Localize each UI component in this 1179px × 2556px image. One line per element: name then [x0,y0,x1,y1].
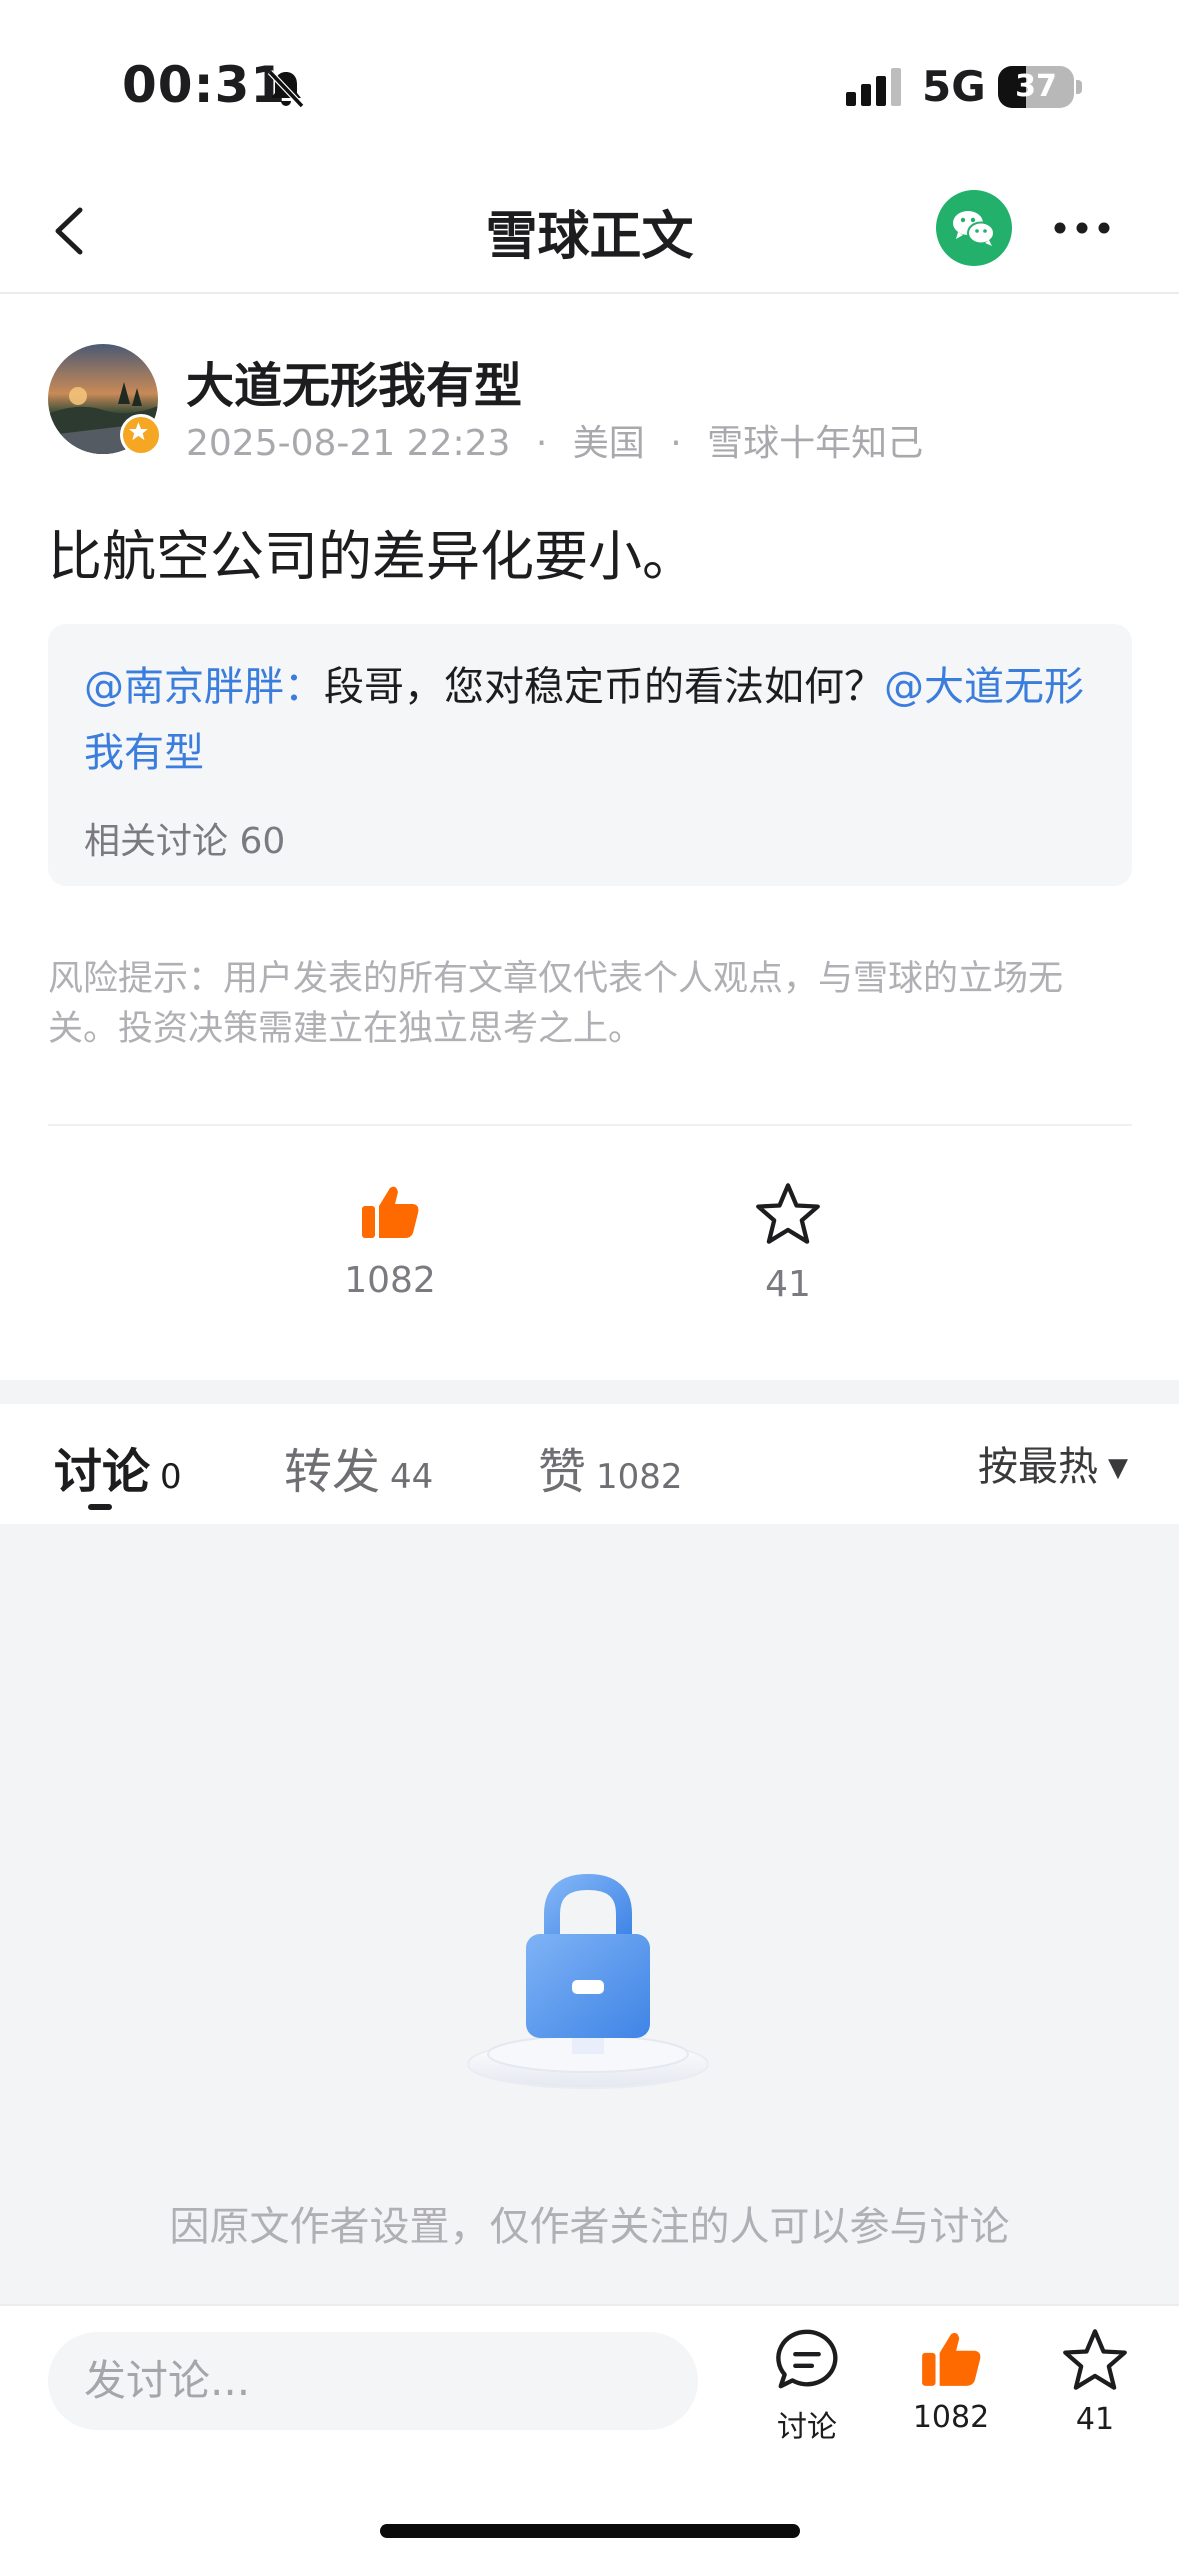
network-type: 5G [922,62,986,111]
comment-bubble-icon [776,2329,838,2389]
post-detail-screen: 00:31 5G 37 雪球正文 大道无形我有型 2025-08-21 22:2… [0,0,1179,2556]
tab-reposts[interactable]: 转发 44 [284,1432,433,1502]
like-count: 1082 [912,2400,990,2435]
verified-badge-icon [120,414,162,456]
author-name[interactable]: 大道无形我有型 [186,346,522,416]
tab-label: 讨论 [54,1444,151,1500]
battery-percent: 37 [1015,69,1057,104]
favorite-count: 41 [1075,2402,1115,2437]
status-time: 00:31 [122,56,287,114]
sort-dropdown[interactable]: 按最热 ▼ [978,1434,1128,1492]
section-separator [0,1380,1179,1404]
like-button-bottom[interactable]: 1082 [896,2326,1006,2435]
battery-icon: 37 [998,66,1082,108]
post-meta: 2025-08-21 22:23 · 美国 · 雪球十年知己 [186,414,923,466]
favorite-button[interactable]: 41 [728,1180,848,1305]
empty-state-message: 因原文作者设置，仅作者关注的人可以参与讨论 [169,2204,1010,2250]
active-tab-indicator [88,1504,112,1510]
favorite-button-bottom[interactable]: 41 [1040,2326,1150,2437]
bottom-action-bar: 发讨论... 讨论 1082 41 [0,2304,1179,2556]
quoted-post-text: @南京胖胖：段哥，您对稳定币的看法如何？@大道无形我有型 [84,654,1104,786]
risk-disclaimer: 风险提示：用户发表的所有文章仅代表个人观点，与雪球的立场无关。投资决策需建立在独… [48,959,1064,1049]
divider [48,1124,1132,1126]
meta-separator: · [670,423,682,464]
like-button[interactable]: 1082 [330,1180,450,1301]
comment-input[interactable]: 发讨论... [48,2332,698,2430]
post-datetime: 2025-08-21 22:23 [186,423,511,464]
like-count: 1082 [344,1260,436,1301]
discussion-tabs: 讨论 0 转发 44 赞 1082 按最热 ▼ [0,1404,1179,1524]
sort-label: 按最热 [978,1444,1098,1490]
post-location: 美国 [572,423,645,464]
post-body: 比航空公司的差异化要小。 [48,525,696,588]
bell-muted-icon [267,69,305,109]
more-icon[interactable] [1050,200,1114,256]
favorite-count: 41 [765,1264,811,1305]
discuss-button[interactable]: 讨论 [752,2326,862,2446]
tab-likes[interactable]: 赞 1082 [538,1432,683,1502]
discuss-label: 讨论 [777,2410,837,2445]
quoted-post-card[interactable]: @南京胖胖：段哥，您对稳定币的看法如何？@大道无形我有型 相关讨论 60 [48,624,1132,886]
thumbs-up-icon [362,1186,419,1238]
tab-discussion[interactable]: 讨论 0 [54,1432,182,1502]
tab-label: 赞 [538,1444,587,1500]
signal-icon [846,68,901,106]
star-icon [1063,2329,1127,2390]
wechat-icon [953,211,995,246]
nav-bar: 雪球正文 [0,170,1179,294]
lock-illustration-icon [467,1873,709,2089]
status-bar: 00:31 5G 37 [0,0,1179,170]
tab-count: 0 [160,1457,182,1497]
wechat-share-button[interactable] [936,190,1012,266]
star-icon [756,1183,820,1244]
mention-link[interactable]: @南京胖胖： [84,664,324,710]
author-badge-text: 雪球十年知己 [707,423,924,464]
tab-label: 转发 [284,1444,381,1500]
meta-separator: · [535,423,548,464]
discussion-empty-state: 因原文作者设置，仅作者关注的人可以参与讨论 [0,1524,1179,2304]
tab-count: 44 [390,1457,434,1497]
related-discussions-link[interactable]: 相关讨论 60 [84,812,285,864]
thumbs-up-icon [922,2332,981,2386]
quoted-text: 段哥，您对稳定币的看法如何？ [324,664,884,710]
home-indicator [380,2524,800,2538]
caret-down-icon: ▼ [1108,1453,1128,1483]
tab-count: 1082 [596,1457,683,1497]
